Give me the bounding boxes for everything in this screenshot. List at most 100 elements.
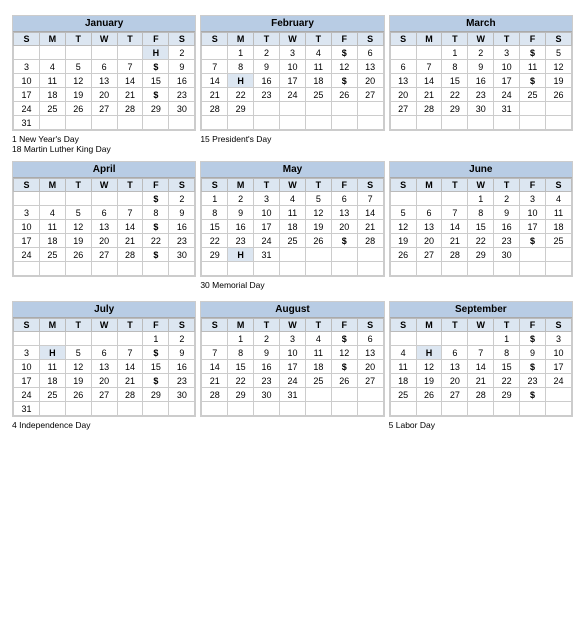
calendar-cell: 22 [143, 234, 169, 248]
calendar-september: SeptemberSMTWTFS1$34H6789101112131415$17… [389, 301, 573, 417]
calendar-april: AprilSMTWTFS$234567891011121314$16171819… [12, 161, 196, 277]
calendar-table: SMTWTFS123456789101112131415161718192021… [201, 178, 383, 276]
calendar-cell: 30 [254, 388, 280, 402]
calendar-cell: 27 [357, 88, 383, 102]
calendar-cell: 28 [202, 388, 228, 402]
calendar-title: August [201, 302, 383, 318]
calendar-cell: H [416, 346, 442, 360]
calendar-cell [39, 332, 65, 346]
calendar-cell: 21 [117, 88, 143, 102]
calendar-cell: 6 [357, 46, 383, 60]
calendar-cell: 31 [494, 102, 520, 116]
calendar-cell: 7 [357, 192, 383, 206]
calendar-cell: 14 [468, 360, 494, 374]
calendar-cell: 29 [143, 102, 169, 116]
calendar-cell: 12 [65, 220, 91, 234]
calendar-cell [390, 192, 416, 206]
calendar-cell: $ [143, 248, 169, 262]
calendar-cell: 12 [65, 74, 91, 88]
calendar-cell: 16 [169, 74, 195, 88]
calendar-cell [390, 116, 416, 130]
calendar-cell [91, 116, 117, 130]
calendar-title: July [13, 302, 195, 318]
calendar-cell [331, 116, 357, 130]
calendar-cell [117, 46, 143, 60]
calendar-cell [390, 262, 416, 276]
calendar-title: April [13, 162, 195, 178]
calendar-cell [468, 116, 494, 130]
calendar-cell: 24 [494, 88, 520, 102]
calendar-cell [254, 102, 280, 116]
calendar-cell: 5 [65, 206, 91, 220]
calendar-cell: 5 [390, 206, 416, 220]
calendar-table: SMTWTFS123$567891011121314151617$1920212… [390, 32, 572, 130]
calendar-cell: 20 [442, 374, 468, 388]
calendar-cell [169, 402, 195, 416]
day-header: S [202, 33, 228, 46]
calendar-cell [39, 262, 65, 276]
calendar-cell: 4 [280, 192, 306, 206]
calendar-cell: 20 [91, 88, 117, 102]
calendar-cell: $ [520, 360, 546, 374]
calendar-cell: 1 [202, 192, 228, 206]
day-header: F [520, 319, 546, 332]
calendar-cell [65, 46, 91, 60]
calendar-cell [228, 262, 254, 276]
day-header: S [357, 33, 383, 46]
calendar-cell: 10 [14, 74, 40, 88]
day-header: T [117, 33, 143, 46]
calendar-title: May [201, 162, 383, 178]
calendar-cell: H [143, 46, 169, 60]
calendar-cell: $ [331, 46, 357, 60]
calendar-cell: 25 [546, 234, 572, 248]
calendar-cell [357, 102, 383, 116]
calendar-cell: 17 [14, 234, 40, 248]
calendar-cell: 22 [468, 234, 494, 248]
calendar-cell [280, 102, 306, 116]
calendar-cell: 30 [468, 102, 494, 116]
calendar-cell [494, 402, 520, 416]
calendar-cell: 31 [254, 248, 280, 262]
day-header: W [91, 179, 117, 192]
calendar-cell: 24 [14, 248, 40, 262]
calendar-cell: 28 [117, 102, 143, 116]
calendar-cell [416, 192, 442, 206]
calendar-cell [494, 116, 520, 130]
calendar-cell: 5 [546, 46, 572, 60]
calendar-cell [305, 388, 331, 402]
calendar-cell: 18 [280, 220, 306, 234]
calendar-cell: 16 [169, 360, 195, 374]
calendar-cell: 25 [305, 88, 331, 102]
calendar-cell: 14 [117, 74, 143, 88]
calendar-cell: 18 [39, 234, 65, 248]
calendar-cell: 15 [143, 360, 169, 374]
calendar-cell: 30 [169, 388, 195, 402]
calendar-cell [117, 332, 143, 346]
day-header: T [305, 33, 331, 46]
calendar-cell: 5 [65, 60, 91, 74]
calendar-table: SMTWTFS1234$6789101112131415161718$20212… [201, 318, 383, 416]
calendar-cell: 12 [416, 360, 442, 374]
calendar-cell [280, 248, 306, 262]
calendar-cell: 20 [331, 220, 357, 234]
day-header: T [117, 179, 143, 192]
day-header: F [331, 33, 357, 46]
calendar-cell: 10 [14, 220, 40, 234]
calendar-table: SMTWTFS1234$67891011121314H161718$202122… [201, 32, 383, 130]
calendar-cell: 14 [416, 74, 442, 88]
calendar-cell: 28 [117, 248, 143, 262]
calendar-cell: 19 [65, 88, 91, 102]
calendar-cell: $ [520, 388, 546, 402]
calendar-cell: 29 [494, 388, 520, 402]
calendar-notes [389, 133, 573, 151]
calendar-cell [117, 192, 143, 206]
calendar-cell: 13 [442, 360, 468, 374]
calendar-cell: 22 [228, 374, 254, 388]
calendar-cell: 2 [254, 46, 280, 60]
calendar-cell: $ [520, 234, 546, 248]
calendar-cell: 17 [14, 88, 40, 102]
day-header: T [442, 319, 468, 332]
calendar-cell: 15 [228, 360, 254, 374]
calendar-cell: $ [331, 360, 357, 374]
calendar-cell: 3 [254, 192, 280, 206]
